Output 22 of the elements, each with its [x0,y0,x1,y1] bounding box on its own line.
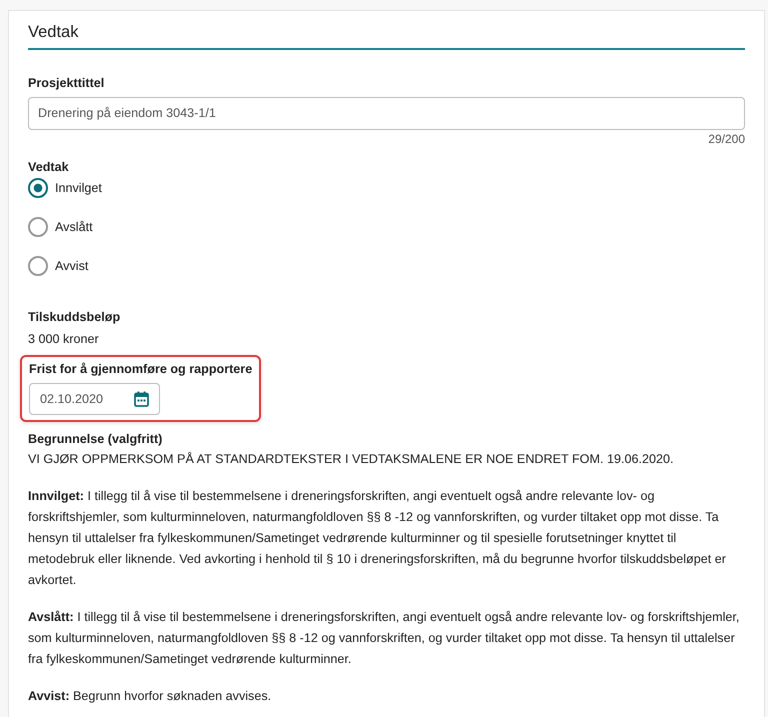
date-field[interactable]: 02.10.2020 [29,383,160,416]
paragraph: VI GJØR OPPMERKSOM PÅ AT STANDARDTEKSTER I VEDTAKSMALENE ER NOE ENDRET FOM. 19.06.2020. [28,451,674,468]
field-label: Prosjekttittel [28,74,106,92]
section-title: Vedtak [28,23,745,50]
radio-button[interactable] [28,178,48,198]
character-counter: 29/200 [707,130,745,148]
radio-label[interactable]: Avslått [55,218,93,237]
calendar-icon[interactable] [134,391,149,408]
amount-text: 3 000 kroner [28,331,100,348]
field-label: Vedtak [28,158,70,176]
field-label: Begrunnelse (valgfritt) [28,431,164,448]
field-label: Frist for å gjennomføre og rapportere [29,361,252,378]
radio-label[interactable]: Innvilget [55,178,102,198]
radio-label[interactable]: Avvist [55,256,88,276]
date-value: 02.10.2020 [40,390,104,408]
paragraph: Avvist: Begrunn hvorfor søknaden avvises. [28,688,272,706]
paragraph: Avslått: I tillegg til å vise til bestemmelsene i dreneringsforskriften, angi eventuelt også andre relevante lov- og forskriftshjemler, som kulturminneloven, naturmangfoldloven §§ 8 -12 og vannforskriften, og vurder tiltaket opp mot disse. Ta hensyn til uttalelser fra fylkeskommunen/Sametinget vedrørende kulturminner. [28,609,740,668]
field-label: Tilskuddsbeløp [28,308,122,326]
radio-button[interactable] [28,256,48,276]
radio-button[interactable] [28,217,48,238]
text-field[interactable]: Drenering på eiendom 3043-1/1 [28,96,745,130]
paragraph: Innvilget: I tillegg til å vise til bestemmelsene i dreneringsforskriften, angi eventuelt også andre relevante lov- og forskriftshjemler, som kulturminneloven, naturmangfoldloven §§ 8 -12 og vannforskriften, og vurder tiltaket opp mot disse. Ta hensyn til uttalelser fra fylkeskommunen/Sametinget vedrørende kulturminner og til spesielle forutsetninger knyttet til metodebruk eller liknende. Ved avkorting i henhold til § 10 i dreneringsforskriften, må du begrunne hvorfor tilskuddsbeløpet er avkortet. [28,488,727,590]
